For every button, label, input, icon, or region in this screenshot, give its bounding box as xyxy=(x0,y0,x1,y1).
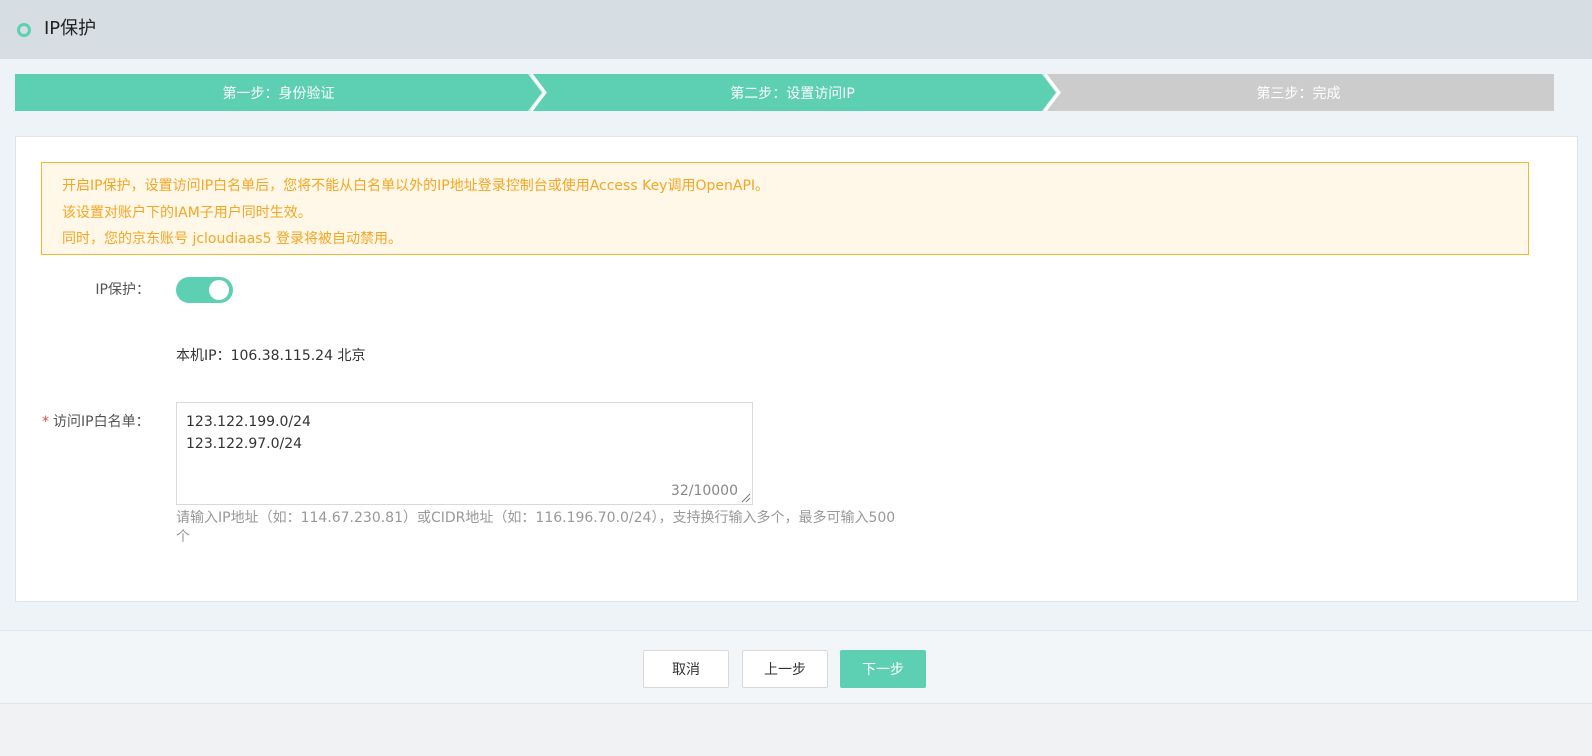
ip-protect-toggle[interactable] xyxy=(176,277,233,303)
warning-notice: 开启IP保护，设置访问IP白名单后，您将不能从白名单以外的IP地址登录控制台或使… xyxy=(41,162,1529,255)
prev-step-button[interactable]: 上一步 xyxy=(742,650,828,688)
next-step-button[interactable]: 下一步 xyxy=(840,650,926,688)
page-header: IP保护 xyxy=(0,0,1592,59)
char-counter: 32/10000 xyxy=(670,483,738,499)
whitelist-label-row: * 访问IP白名单： xyxy=(42,411,152,431)
toggle-knob xyxy=(209,280,229,300)
notice-line: 开启IP保护，设置访问IP白名单后，您将不能从白名单以外的IP地址登录控制台或使… xyxy=(62,178,770,194)
required-marker: * xyxy=(42,414,49,430)
step-1-label: 第一步：身份验证 xyxy=(222,85,335,102)
step-2-label: 第二步：设置访问IP xyxy=(730,85,855,102)
whitelist-label: 访问IP白名单： xyxy=(53,414,150,430)
ip-protect-label: IP保护： xyxy=(95,282,150,298)
form-panel: 开启IP保护，设置访问IP白名单后，您将不能从白名单以外的IP地址登录控制台或使… xyxy=(15,136,1578,602)
whitelist-textarea[interactable] xyxy=(177,403,752,504)
resize-grip-icon[interactable] xyxy=(741,493,751,503)
notice-line: 该设置对账户下的IAM子用户同时生效。 xyxy=(62,204,312,221)
footer-bar: 取消 上一步 下一步 xyxy=(0,630,1592,704)
status-ring-icon xyxy=(17,23,31,37)
whitelist-textarea-wrapper: 32/10000 xyxy=(176,402,753,505)
cancel-button[interactable]: 取消 xyxy=(643,650,729,688)
notice-line: 同时，您的京东账号 jcloudiaas5 登录将被自动禁用。 xyxy=(62,231,402,247)
page-title: IP保护 xyxy=(44,18,97,39)
step-3-label: 第三步：完成 xyxy=(1256,85,1341,102)
step-3: 第三步：完成 xyxy=(1043,74,1554,111)
bottom-area xyxy=(0,705,1592,756)
local-ip-text: 本机IP：106.38.115.24 北京 xyxy=(176,348,366,364)
step-2: 第二步：设置访问IP xyxy=(529,74,1056,111)
step-1: 第一步：身份验证 xyxy=(15,74,542,111)
whitelist-hint: 请输入IP地址（如：114.67.230.81）或CIDR地址（如：116.19… xyxy=(176,510,896,545)
step-indicator: 第一步：身份验证 第二步：设置访问IP 第三步：完成 xyxy=(15,74,1578,111)
